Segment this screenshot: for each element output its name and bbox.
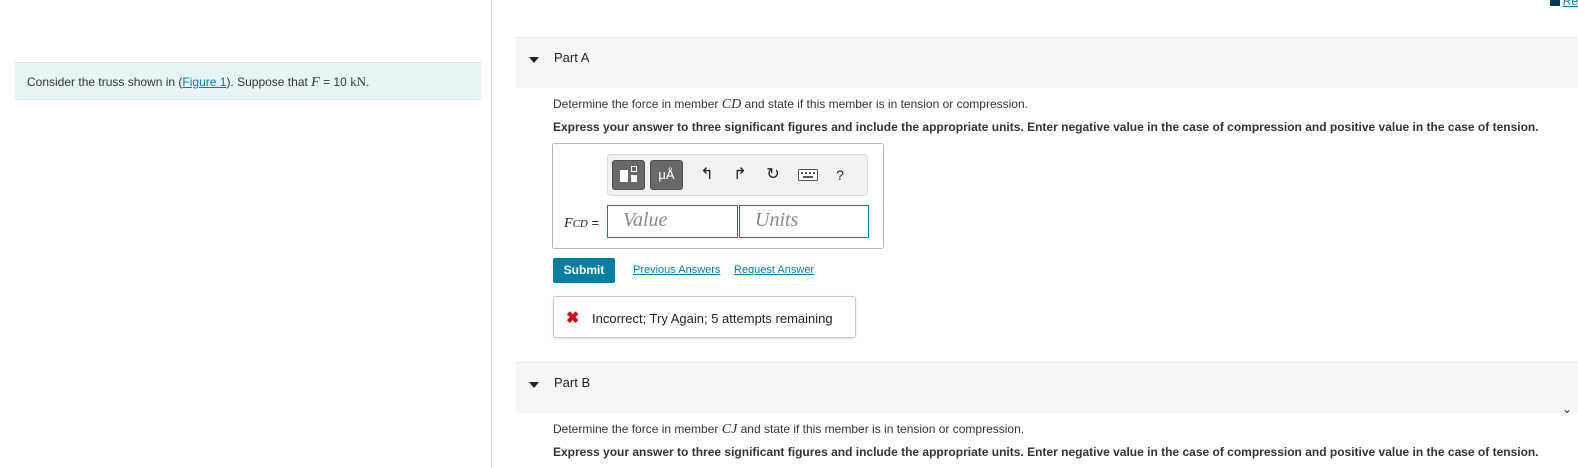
review-link-label: Re	[1562, 0, 1578, 8]
math-toolbar: μÅ ↰ ↱ ↻ ?	[607, 154, 868, 196]
member-variable: CD	[721, 97, 742, 112]
part-b-header[interactable]: Part B	[516, 362, 1578, 413]
value-placeholder: Value	[623, 209, 668, 231]
answer-variable-label: FCD =	[564, 215, 599, 232]
force-unit: kN	[350, 74, 366, 89]
collapse-triangle-icon	[529, 382, 539, 388]
answer-box: μÅ ↰ ↱ ↻ ? FCD = Value Units	[552, 143, 884, 249]
templates-button[interactable]	[612, 160, 645, 190]
value-input[interactable]: Value	[607, 205, 738, 238]
prompt-equals: = 10	[319, 75, 351, 89]
chevron-down-icon[interactable]: ⌄	[1562, 402, 1572, 416]
redo-icon[interactable]: ↱	[728, 165, 752, 185]
question-before: Determine the force in member	[553, 422, 722, 436]
review-link[interactable]: Re	[1549, 0, 1578, 8]
force-variable: F	[311, 75, 320, 90]
undo-icon[interactable]: ↰	[695, 165, 719, 185]
prompt-period: .	[365, 75, 370, 89]
member-variable: CJ	[721, 422, 738, 437]
question-after: and state if this member is in tension o…	[741, 97, 1028, 111]
problem-statement: Consider the truss shown in (Figure 1). …	[15, 62, 481, 100]
mu-angstrom-label: μÅ	[658, 167, 675, 182]
part-a-title: Part A	[554, 50, 590, 65]
reset-icon[interactable]: ↻	[761, 165, 785, 185]
prompt-text-before: Consider the truss shown in (	[27, 75, 183, 89]
var-f: F	[564, 216, 573, 231]
symbols-button[interactable]: μÅ	[650, 160, 683, 190]
prompt-text-after: ). Suppose that	[226, 75, 312, 89]
var-equals: =	[587, 215, 600, 230]
part-a-question: Determine the force in member CD and sta…	[553, 97, 1028, 113]
request-answer-link[interactable]: Request Answer	[734, 264, 814, 276]
submit-button[interactable]: Submit	[553, 258, 615, 283]
figure-link[interactable]: Figure 1	[182, 75, 226, 89]
part-a-header[interactable]: Part A	[516, 37, 1578, 88]
collapse-triangle-icon	[529, 57, 539, 63]
feedback-text: Incorrect; Try Again; 5 attempts remaini…	[592, 311, 833, 326]
problem-panel: Consider the truss shown in (Figure 1). …	[0, 0, 492, 468]
help-icon[interactable]: ?	[828, 165, 852, 185]
var-subscript: CD	[572, 218, 588, 230]
book-icon	[1549, 0, 1560, 7]
units-input[interactable]: Units	[739, 205, 869, 238]
part-b-question: Determine the force in member CJ and sta…	[553, 422, 1024, 438]
feedback-message: ✖ Incorrect; Try Again; 5 attempts remai…	[553, 296, 856, 338]
question-before: Determine the force in member	[553, 97, 722, 111]
units-placeholder: Units	[755, 209, 799, 231]
keyboard-icon[interactable]	[796, 165, 820, 187]
previous-answers-link[interactable]: Previous Answers	[633, 264, 720, 276]
part-b-instructions: Express your answer to three significant…	[553, 445, 1539, 459]
part-b-title: Part B	[554, 375, 591, 390]
question-after: and state if this member is in tension o…	[737, 422, 1025, 436]
error-icon: ✖	[566, 310, 580, 327]
part-a-instructions: Express your answer to three significant…	[553, 120, 1539, 134]
